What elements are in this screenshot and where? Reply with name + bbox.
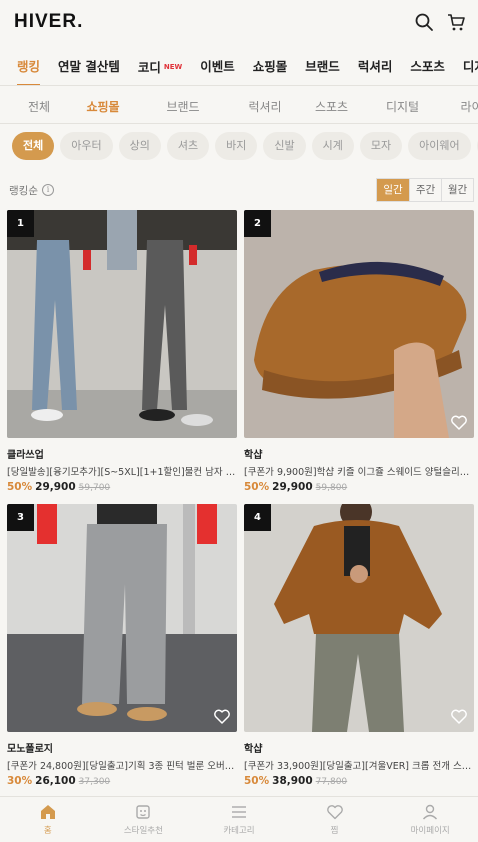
- price-row: 30% 26,100 37,300: [7, 775, 237, 787]
- bottom-navigation: 홈 스타일추천 카테고리 찜 마이페이지: [0, 796, 478, 842]
- original-price: 37,300: [78, 777, 111, 787]
- discount-rate: 50%: [244, 775, 270, 787]
- style-icon: [134, 803, 152, 821]
- period-monthly-button[interactable]: 월간: [441, 179, 473, 201]
- original-price: 59,800: [315, 483, 348, 493]
- chip-watch[interactable]: 시계: [311, 132, 354, 160]
- product-image[interactable]: 3: [7, 504, 237, 732]
- product-name[interactable]: [당일발송][융기모추가][S~5XL][1+1할인]물컨 남자 세미...: [7, 464, 237, 478]
- price-row: 50% 29,900 59,800: [244, 481, 474, 493]
- product-name[interactable]: [쿠폰가 9,900원]학샵 키즐 이그쥴 스웨이드 양털슬리퍼 3...: [244, 464, 474, 478]
- nav-home[interactable]: 홈: [0, 797, 96, 842]
- product-image[interactable]: 4: [244, 504, 474, 732]
- period-toggle: 일간 주간 월간: [376, 178, 474, 202]
- sort-label[interactable]: 랭킹순 i: [9, 183, 54, 198]
- nav-label: 홈: [43, 826, 52, 836]
- product-image[interactable]: 1: [7, 210, 237, 438]
- user-icon: [421, 803, 439, 821]
- nav-label: 마이페이지: [410, 826, 450, 836]
- product-brand[interactable]: 학샵: [244, 740, 474, 755]
- info-icon[interactable]: i: [41, 184, 54, 196]
- sale-price: 38,900: [272, 775, 313, 787]
- product-brand[interactable]: 학샵: [244, 446, 474, 461]
- subtab-brand[interactable]: 브랜드: [128, 98, 238, 115]
- price-row: 50% 38,900 77,800: [244, 775, 474, 787]
- product-name[interactable]: [쿠폰가 24,800원][당일출고]기획 3종 핀턱 벌룬 오버핏 ...: [7, 758, 237, 772]
- original-price: 59,700: [78, 483, 111, 493]
- wishlist-heart-icon[interactable]: [450, 414, 468, 432]
- sort-row: 랭킹순 i 일간 주간 월간: [0, 176, 478, 204]
- period-daily-button[interactable]: 일간: [377, 179, 409, 201]
- chip-pants[interactable]: 바지: [215, 132, 258, 160]
- tab-luxury[interactable]: 럭셔리: [349, 52, 402, 85]
- subtab-shoppingmall[interactable]: 쇼핑몰: [78, 98, 128, 115]
- chip-hat[interactable]: 모자: [359, 132, 403, 160]
- home-icon: [39, 803, 57, 821]
- tab-coordi[interactable]: 코디 NEW: [129, 52, 191, 85]
- rank-badge: 1: [7, 210, 34, 237]
- nav-label: 스타일추천: [123, 826, 163, 836]
- product-card[interactable]: 4 학샵 [쿠폰가 33,900원][당일출고][겨울VER] 크롭 전개 스웨…: [244, 504, 474, 788]
- product-card[interactable]: 2 학샵 [쿠폰가 9,900원]학샵 키즐 이그쥴 스웨이드 양털슬리퍼 3.…: [244, 210, 474, 494]
- tab-sports[interactable]: 스포츠: [401, 52, 454, 85]
- nav-label: 카테고리: [223, 826, 255, 836]
- cart-icon[interactable]: [446, 12, 466, 32]
- product-grid: 1 클라쓰업 [당일발송][융기모추가][S~5XL][1+1할인]물컨 남자 …: [7, 210, 475, 788]
- wishlist-heart-icon[interactable]: [450, 708, 468, 726]
- product-brand[interactable]: 클라쓰업: [7, 446, 237, 461]
- subtab-digital[interactable]: 디지털: [371, 98, 434, 115]
- price-row: 50% 29,900 59,700: [7, 481, 237, 493]
- product-card[interactable]: 3 모노폴로지 [쿠폰가 24,800원][당일출고]기획 3종 핀턱 벌룬 오…: [7, 504, 237, 788]
- chip-outer[interactable]: 아우터: [60, 132, 113, 160]
- nav-label: 찜: [330, 826, 339, 836]
- discount-rate: 30%: [7, 775, 33, 787]
- chip-eyewear[interactable]: 아이웨어: [408, 132, 471, 160]
- discount-rate: 50%: [244, 481, 270, 493]
- header-actions: [414, 12, 466, 32]
- new-badge: NEW: [163, 62, 183, 71]
- filter-chips: 전체 아우터 상의 셔츠 바지 신발 시계 모자 아이웨어 잡화: [12, 132, 478, 162]
- nav-style-recommend[interactable]: 스타일추천: [96, 797, 192, 842]
- sale-price: 26,100: [35, 775, 76, 787]
- sub-category-tabs: 전체 쇼핑몰 브랜드 럭셔리 스포츠 디지털 라이프: [0, 90, 478, 124]
- wishlist-heart-icon[interactable]: [213, 708, 231, 726]
- product-name[interactable]: [쿠폰가 33,900원][당일출고][겨울VER] 크롭 전개 스웨이...: [244, 758, 474, 772]
- sale-price: 29,900: [272, 481, 313, 493]
- chip-all[interactable]: 전체: [12, 132, 55, 160]
- nav-category[interactable]: 카테고리: [191, 797, 287, 842]
- main-category-tabs: 랭킹 연말 결산템 코디NEW 이벤트 쇼핑몰 브랜드 럭셔리 스포츠 디지털: [0, 52, 478, 86]
- chip-shoes[interactable]: 신발: [263, 132, 306, 160]
- sale-price: 29,900: [35, 481, 76, 493]
- app-logo[interactable]: HIVER.: [14, 11, 83, 33]
- tab-year-end[interactable]: 연말 결산템: [49, 52, 129, 85]
- subtab-luxury[interactable]: 럭셔리: [238, 98, 292, 115]
- discount-rate: 50%: [7, 481, 33, 493]
- chip-top[interactable]: 상의: [118, 132, 161, 160]
- tab-event[interactable]: 이벤트: [191, 52, 244, 85]
- subtab-all[interactable]: 전체: [0, 98, 78, 115]
- product-brand[interactable]: 모노폴로지: [7, 740, 237, 755]
- product-image[interactable]: 2: [244, 210, 474, 438]
- rank-badge: 2: [244, 210, 271, 237]
- tab-brand[interactable]: 브랜드: [296, 52, 349, 85]
- menu-icon: [230, 803, 248, 821]
- rank-badge: 3: [7, 504, 34, 531]
- tab-shoppingmall[interactable]: 쇼핑몰: [244, 52, 297, 85]
- nav-wishlist[interactable]: 찜: [287, 797, 383, 842]
- period-weekly-button[interactable]: 주간: [409, 179, 441, 201]
- product-card[interactable]: 1 클라쓰업 [당일발송][융기모추가][S~5XL][1+1할인]물컨 남자 …: [7, 210, 237, 494]
- nav-mypage[interactable]: 마이페이지: [382, 797, 478, 842]
- heart-icon: [326, 803, 344, 821]
- tab-ranking[interactable]: 랭킹: [0, 52, 49, 85]
- original-price: 77,800: [315, 777, 348, 787]
- chip-shirt[interactable]: 셔츠: [166, 132, 210, 160]
- tab-digital[interactable]: 디지털: [454, 52, 478, 85]
- search-icon[interactable]: [414, 12, 434, 32]
- app-header: HIVER.: [0, 0, 478, 44]
- subtab-sports[interactable]: 스포츠: [292, 98, 371, 115]
- rank-badge: 4: [244, 504, 271, 531]
- subtab-life[interactable]: 라이프: [434, 98, 478, 115]
